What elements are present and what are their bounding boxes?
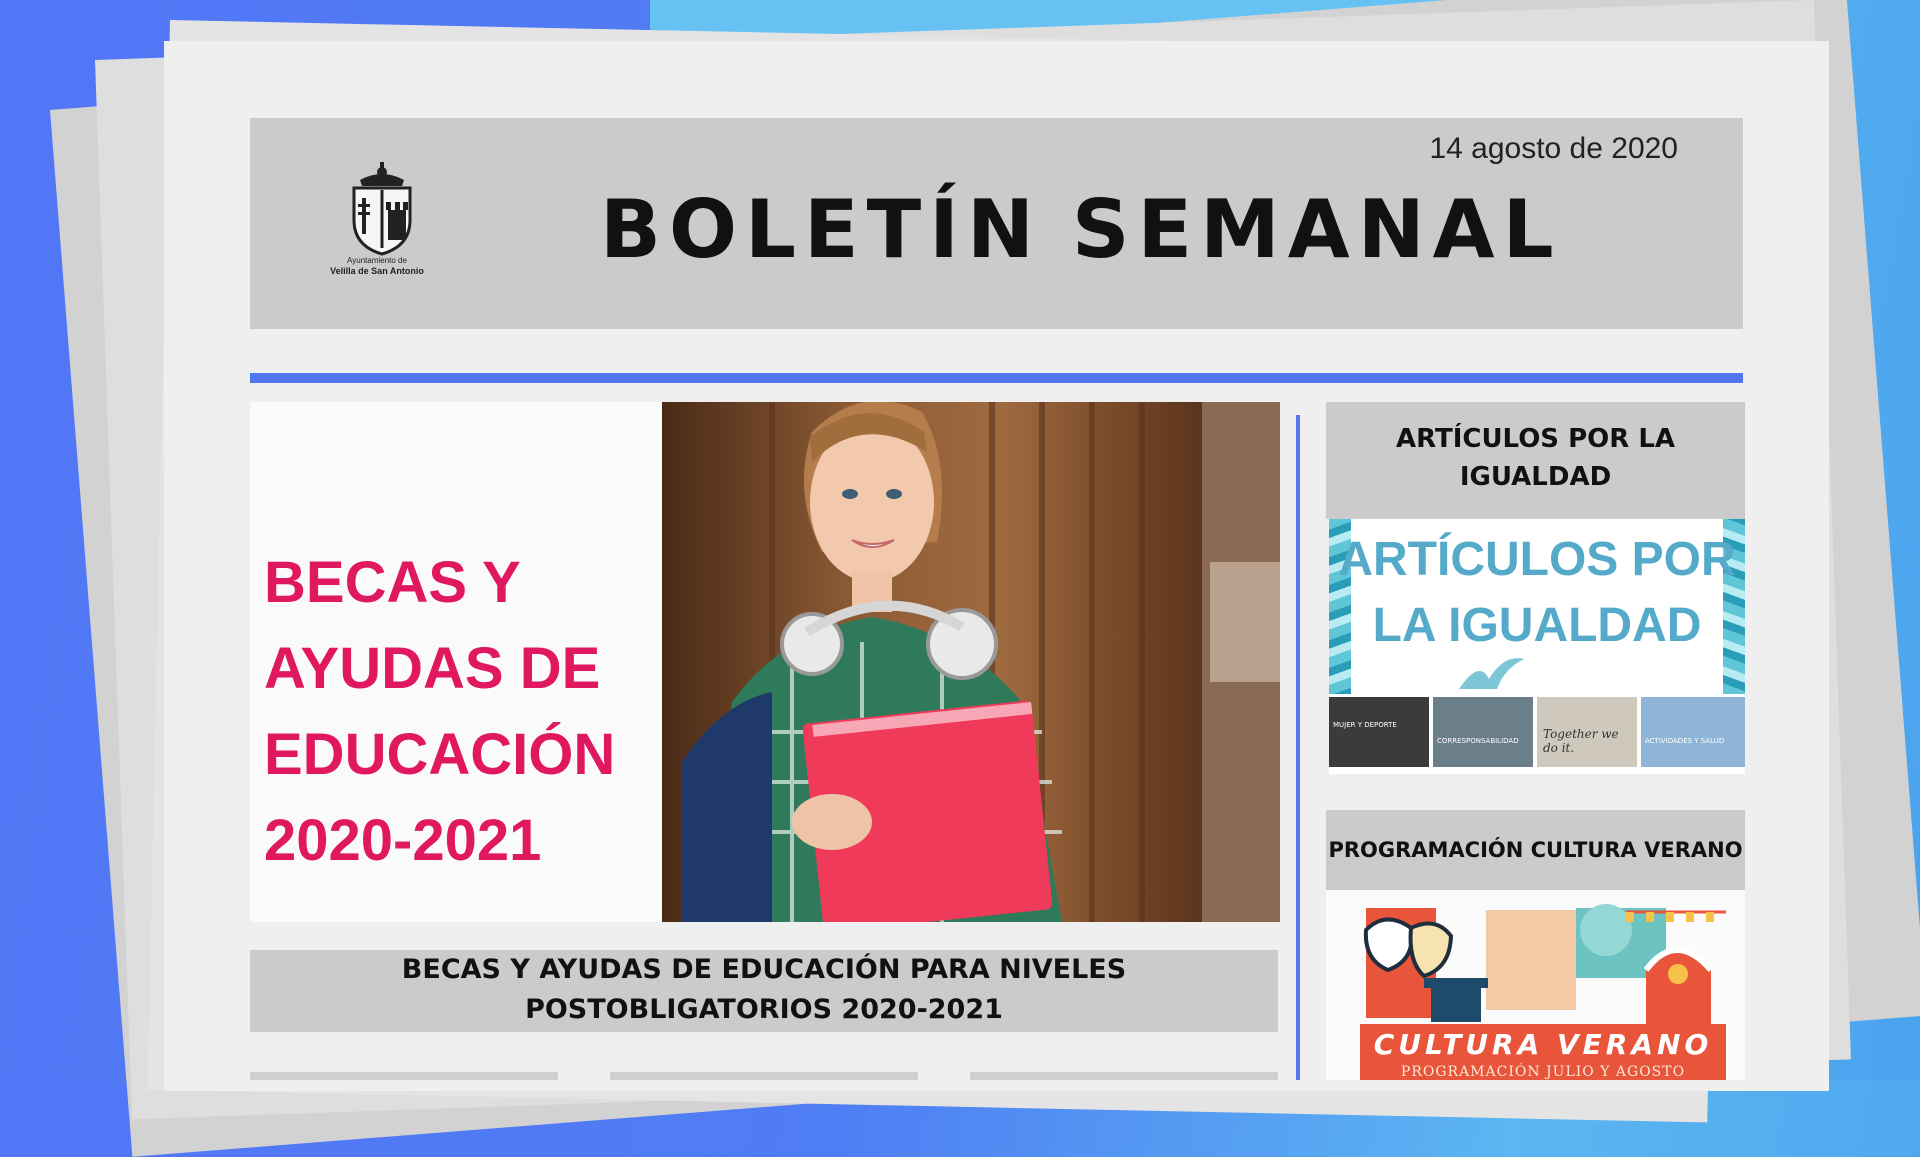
photo-thumbnail: Together we do it. [1537, 697, 1637, 767]
sidebar-card-igualdad-heading[interactable]: ARTÍCULOS POR LA IGUALDAD [1326, 402, 1745, 519]
newsletter-title: BOLETÍN SEMANAL [600, 183, 1562, 276]
feature-caption[interactable]: BECAS Y AYUDAS DE EDUCACIÓN PARA NIVELES… [250, 950, 1278, 1032]
sidebar-card-cultura-heading[interactable]: PROGRAMACIÓN CULTURA VERANO [1326, 810, 1745, 890]
feature-text-line: BECAS Y [264, 550, 521, 615]
logo-caption-line: Ayuntamiento de [347, 256, 407, 265]
article-card-top[interactable] [610, 1072, 918, 1080]
feature-image-text: BECAS Y AYUDAS DE EDUCACIÓN 2020-2021 [264, 540, 664, 884]
logo-caption-line: Velilla de San Antonio [330, 266, 424, 276]
issue-date: 14 agosto de 2020 [1429, 132, 1678, 165]
caption-line: BECAS Y AYUDAS DE EDUCACIÓN PARA NIVELES [401, 954, 1127, 985]
cultura-title: CULTURA VERANO [1373, 1028, 1713, 1061]
logo-caption: Ayuntamiento de Velilla de San Antonio [312, 255, 442, 277]
theater-masks-illustration [1363, 904, 1726, 1030]
photo-thumbnail: CORRESPONSABILIDAD [1433, 697, 1533, 767]
cultura-verano-image[interactable]: CULTURA VERANO PROGRAMACIÓN JULIO Y AGOS… [1326, 890, 1745, 1080]
feature-image[interactable]: BECAS Y AYUDAS DE EDUCACIÓN 2020-2021 [250, 402, 1280, 922]
cultura-subtitle: PROGRAMACIÓN JULIO Y AGOSTO [1400, 1064, 1686, 1080]
article-card-top[interactable] [970, 1072, 1278, 1080]
image-title-line: LA IGUALDAD [1372, 599, 1702, 652]
title-word: BOLETÍN [600, 183, 1042, 276]
feature-text-line: AYUDAS DE [264, 636, 601, 701]
heading-line: IGUALDAD [1459, 462, 1612, 492]
igualdad-image[interactable]: ARTÍCULOS POR LA IGUALDAD MUJER Y DEPORT… [1329, 519, 1745, 774]
bird-icon [1459, 658, 1524, 689]
title-word: SEMANAL [1071, 183, 1562, 276]
caption-line: POSTOBLIGATORIOS 2020-2021 [525, 994, 1003, 1025]
student-photo [662, 402, 1280, 922]
heading-line: ARTÍCULOS POR LA [1395, 424, 1676, 454]
photo-thumbnail: ACTIVIDADES Y SALUD [1641, 697, 1745, 767]
coat-of-arms-logo [352, 162, 412, 256]
newsletter-header: Ayuntamiento de Velilla de San Antonio 1… [250, 118, 1743, 329]
image-title-line: ARTÍCULOS POR [1338, 533, 1736, 586]
feature-text-line: 2020-2021 [264, 808, 542, 873]
header-divider [250, 373, 1743, 383]
cultura-banner: CULTURA VERANO PROGRAMACIÓN JULIO Y AGOS… [1360, 1024, 1726, 1080]
feature-text-line: EDUCACIÓN [264, 722, 616, 787]
column-divider [1296, 415, 1300, 1080]
igualdad-image-title: ARTÍCULOS POR LA IGUALDAD [1329, 527, 1745, 659]
photo-thumbnail: MUJER Y DEPORTE [1329, 697, 1429, 767]
article-card-top[interactable] [250, 1072, 558, 1080]
